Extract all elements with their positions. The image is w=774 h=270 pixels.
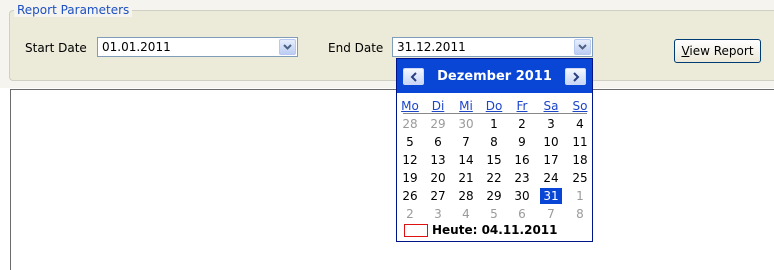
weekday-header-do: Do [485,99,503,113]
calendar-day[interactable]: 17 [540,152,562,168]
calendar-day[interactable]: 29 [483,188,505,204]
calendar-day[interactable]: 22 [483,170,505,186]
weekday-divider [403,113,587,114]
calendar-day[interactable]: 13 [427,152,449,168]
calendar-day[interactable]: 8 [569,206,591,222]
view-report-button[interactable]: View Report [674,39,761,63]
calendar-day[interactable]: 2 [399,206,421,222]
calendar-month-title: Dezember 2011 [437,69,552,84]
report-parameters-legend: Report Parameters [14,3,133,17]
start-date-label: Start Date [25,41,87,55]
calendar-day-selected[interactable]: 31 [540,188,562,204]
previous-month-button[interactable] [403,68,424,85]
weekday-header-mo: Mo [401,99,419,113]
calendar-day[interactable]: 12 [399,152,421,168]
calendar-day[interactable]: 26 [399,188,421,204]
calendar-day[interactable]: 16 [511,152,533,168]
today-link[interactable]: Heute: 04.11.2011 [432,223,558,237]
calendar-day[interactable]: 6 [427,134,449,150]
calendar-day[interactable]: 24 [540,170,562,186]
chevron-down-icon [283,44,292,50]
calendar-day[interactable]: 27 [427,188,449,204]
calendar-day[interactable]: 19 [399,170,421,186]
calendar-day[interactable]: 20 [427,170,449,186]
today-marker[interactable] [404,224,428,237]
calendar-day[interactable]: 3 [427,206,449,222]
calendar-day[interactable]: 1 [483,116,505,132]
start-date-combo[interactable]: 01.01.2011 [97,37,298,57]
weekday-header-so: So [572,99,588,113]
calendar-day[interactable]: 15 [483,152,505,168]
end-date-dropdown-button[interactable] [574,39,591,55]
weekday-header-mi: Mi [459,99,473,113]
chevron-left-icon [410,72,417,82]
calendar-day[interactable]: 14 [455,152,477,168]
end-date-value: 31.12.2011 [397,40,466,54]
chevron-right-icon [573,72,580,82]
calendar-day[interactable]: 7 [455,134,477,150]
calendar-day[interactable]: 3 [540,116,562,132]
chevron-down-icon [578,44,587,50]
calendar-day[interactable]: 6 [511,206,533,222]
start-date-value: 01.01.2011 [102,40,171,54]
calendar-popup: Dezember 2011 Mo Di Mi Do Fr Sa So 28 29 3… [396,58,593,242]
calendar-day[interactable]: 10 [540,134,562,150]
report-viewer-area [10,89,774,270]
calendar-day[interactable]: 8 [483,134,505,150]
view-report-label: iew Report [689,44,754,58]
weekday-header-di: Di [431,99,445,113]
calendar-day[interactable]: 28 [399,116,421,132]
start-date-dropdown-button[interactable] [279,39,296,55]
calendar-day[interactable]: 29 [427,116,449,132]
calendar-day[interactable]: 4 [569,116,591,132]
weekday-header-fr: Fr [516,99,528,113]
next-month-button[interactable] [565,68,586,85]
end-date-label: End Date [328,41,384,55]
calendar-day[interactable]: 4 [455,206,477,222]
weekday-header-sa: Sa [543,99,559,113]
calendar-day[interactable]: 11 [569,134,591,150]
calendar-day[interactable]: 9 [511,134,533,150]
calendar-day[interactable]: 21 [455,170,477,186]
calendar-day[interactable]: 25 [569,170,591,186]
calendar-day[interactable]: 23 [511,170,533,186]
calendar-day[interactable]: 28 [455,188,477,204]
calendar-day[interactable]: 1 [569,188,591,204]
end-date-combo[interactable]: 31.12.2011 [392,37,593,57]
calendar-day[interactable]: 30 [511,188,533,204]
calendar-day[interactable]: 5 [483,206,505,222]
calendar-day[interactable]: 18 [569,152,591,168]
calendar-day[interactable]: 30 [455,116,477,132]
calendar-day[interactable]: 2 [511,116,533,132]
calendar-day[interactable]: 7 [540,206,562,222]
calendar-day[interactable]: 5 [399,134,421,150]
